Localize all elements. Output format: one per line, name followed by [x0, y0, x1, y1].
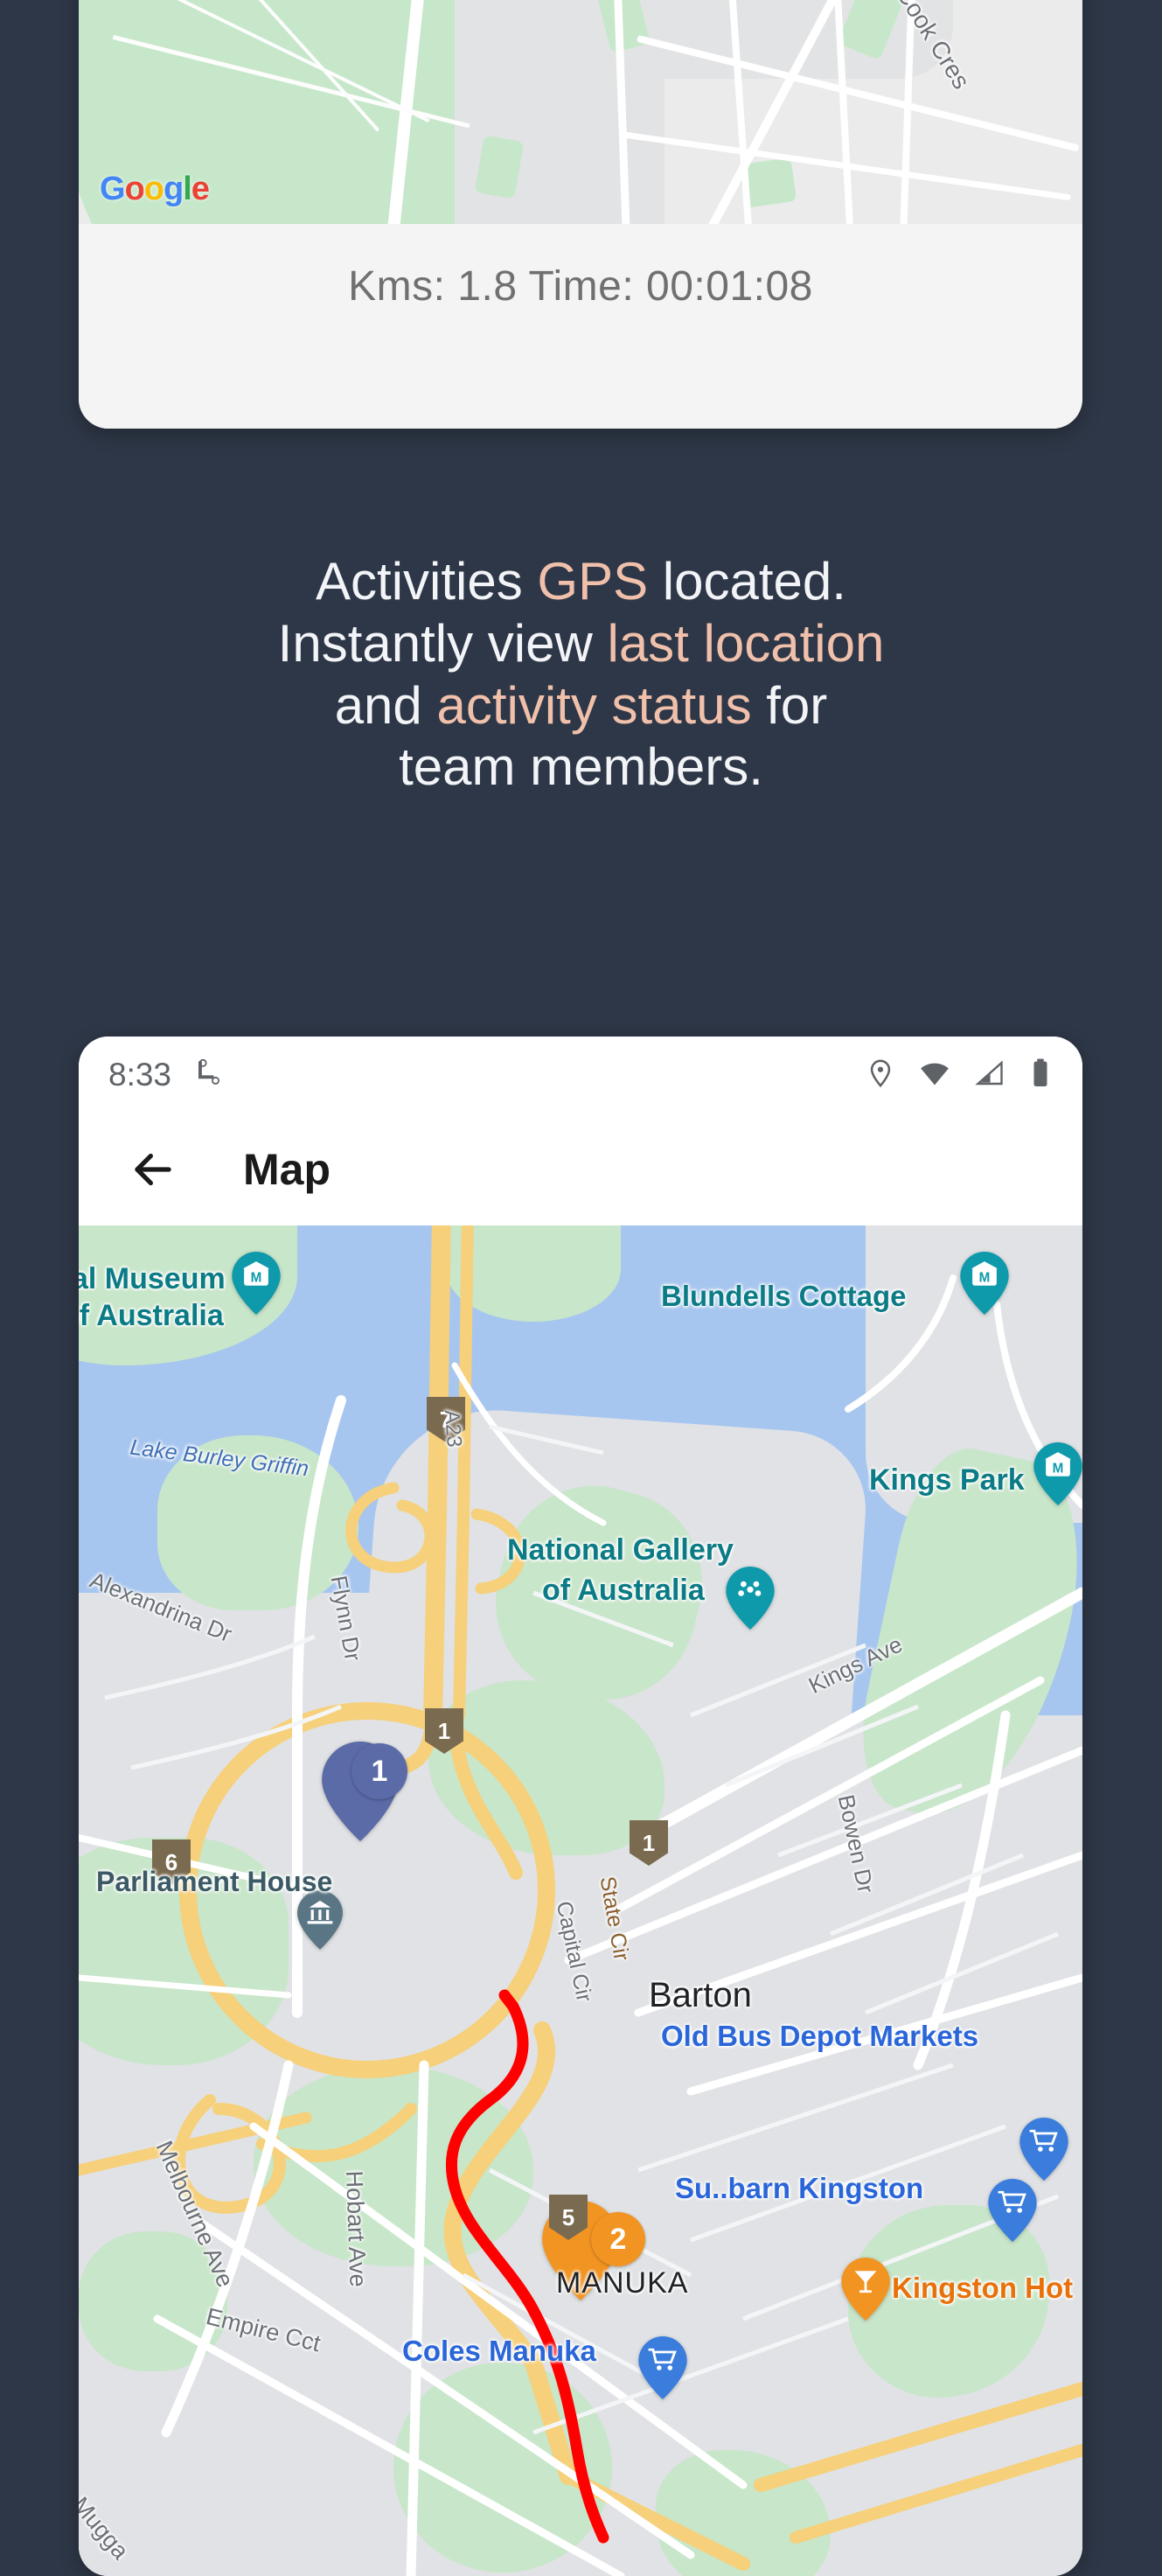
- cell-signal-icon: [974, 1058, 1005, 1093]
- android-status-bar: 8:33: [79, 1037, 1082, 1113]
- wifi-icon: [918, 1057, 951, 1094]
- headline-line-1: Activities GPS located.: [70, 551, 1092, 613]
- map-canvas[interactable]: M M M 1 2 7 1 1 6 5 al Museum f Australi…: [79, 1225, 1082, 2576]
- bar-pin[interactable]: [841, 2258, 890, 2321]
- location-pin-icon: [866, 1058, 895, 1093]
- shopping-pin[interactable]: [638, 2336, 687, 2399]
- svg-text:M: M: [1053, 1462, 1064, 1476]
- google-letter: G: [100, 171, 126, 207]
- google-attribution: Google: [100, 171, 210, 208]
- gallery-pin[interactable]: [726, 1567, 775, 1630]
- app-bar-title: Map: [243, 1145, 331, 1194]
- svg-text:M: M: [251, 1271, 262, 1286]
- headline-line-3: and activity status for: [70, 675, 1092, 737]
- google-letter: g: [164, 171, 184, 207]
- parliament-pin[interactable]: [297, 1890, 343, 1950]
- activity-stats-text: Kms: 1.8 Time: 00:01:08: [348, 263, 813, 310]
- headline-text: Activities: [316, 552, 538, 611]
- headline-text: located.: [648, 552, 846, 611]
- headline-line-2: Instantly view last location: [70, 613, 1092, 675]
- activity-map-card: Red Hill Nature Reserve Red Hill Canberr…: [79, 0, 1082, 429]
- headline-text: for: [751, 675, 828, 735]
- app-notification-icon: [191, 1058, 222, 1093]
- phone-map-screenshot-card: 8:33 Map M M M 1 2 7 1 1 6 5 al Museum f…: [79, 1037, 1082, 2576]
- activity-stats-bar: Kms: 1.8 Time: 00:01:08: [79, 224, 1082, 429]
- battery-icon: [1028, 1058, 1053, 1093]
- headline-highlight-gps: GPS: [537, 552, 649, 611]
- google-letter: e: [191, 171, 210, 207]
- top-map-canvas[interactable]: Red Hill Nature Reserve Red Hill Canberr…: [79, 0, 1082, 224]
- cluster-badge[interactable]: 2: [591, 2212, 645, 2266]
- back-arrow-icon[interactable]: [126, 1142, 180, 1197]
- headline-highlight-activity-status: activity status: [436, 675, 752, 735]
- headline-text: team members.: [399, 737, 763, 797]
- map-roads-and-route: [79, 1225, 1082, 2576]
- svg-text:M: M: [979, 1271, 991, 1286]
- promo-headline: Activities GPS located. Instantly view l…: [0, 551, 1162, 799]
- app-bar: Map: [79, 1113, 1082, 1225]
- google-letter: o: [143, 171, 164, 207]
- headline-text: Instantly view: [277, 613, 608, 673]
- museum-pin[interactable]: M: [1033, 1442, 1082, 1505]
- headline-line-4: team members.: [70, 736, 1092, 799]
- headline-text: and: [334, 675, 437, 735]
- status-bar-time: 8:33: [108, 1057, 172, 1093]
- shopping-pin[interactable]: [988, 2179, 1037, 2242]
- google-letter: o: [124, 171, 145, 207]
- museum-pin[interactable]: M: [960, 1252, 1009, 1315]
- museum-pin[interactable]: M: [232, 1252, 281, 1315]
- cluster-badge[interactable]: 1: [351, 1743, 407, 1799]
- google-letter: l: [183, 171, 192, 207]
- shopping-pin[interactable]: [1019, 2118, 1068, 2181]
- headline-highlight-last-location: last location: [607, 613, 885, 673]
